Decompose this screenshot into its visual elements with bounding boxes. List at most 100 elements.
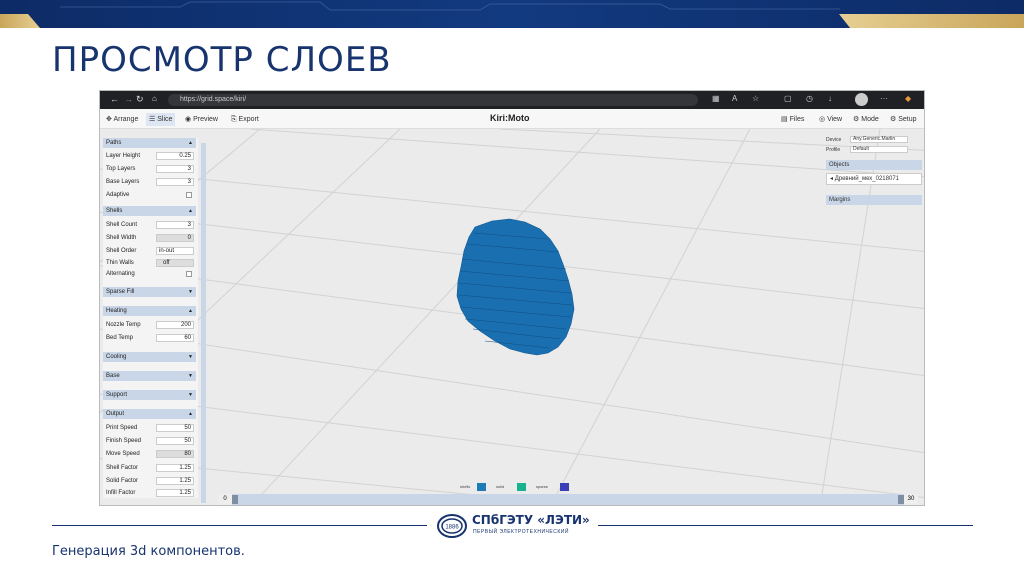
grid-icon[interactable]: ▦ [712, 94, 720, 103]
setting-label: Shell Factor [106, 465, 139, 471]
tab-arrange[interactable]: ✥ Arrange [103, 113, 141, 126]
section-support[interactable]: Support ▼ [103, 390, 196, 400]
section-base[interactable]: Base ▼ [103, 371, 196, 381]
browser-toolbar: ← → ↻ ⌂ https://grid.space/kiri/ ▦ A ☆ ▢… [100, 91, 924, 109]
legend-swatch [560, 483, 569, 491]
3d-viewport[interactable] [100, 129, 924, 505]
slide-title: ПРОСМОТР СЛОЕВ [52, 40, 392, 80]
margins-header[interactable]: Margins [826, 195, 922, 205]
menu-setup-label: Setup [898, 116, 917, 123]
footer-divider-left [52, 525, 427, 526]
setting-row: Shell Order in-out [106, 246, 196, 256]
settings-panel: Paths ▲ Layer Height 0.25 Top Layers 3 Base… [103, 138, 198, 498]
section-shells[interactable]: Shells ▲ [103, 206, 196, 216]
menu-files[interactable]: ▤ Files [778, 113, 807, 126]
menu-files-label: Files [789, 116, 805, 123]
objects-header[interactable]: Objects [826, 160, 922, 170]
settings-scrollbar[interactable] [201, 143, 206, 503]
address-bar[interactable]: https://grid.space/kiri/ [168, 94, 698, 106]
tab-preview[interactable]: ◉ Preview [182, 113, 221, 126]
setting-input[interactable]: 200 [156, 321, 194, 329]
setting-label: Bed Temp [106, 335, 133, 341]
setting-input[interactable]: 3 [156, 165, 194, 173]
setting-input[interactable]: 50 [156, 424, 194, 432]
history-icon[interactable]: ◷ [806, 94, 813, 103]
copilot-icon[interactable]: ◆ [905, 94, 911, 103]
setting-input[interactable]: 80 [156, 450, 194, 458]
chevron-up-icon: ▲ [188, 308, 193, 314]
logo-badge: 1886 [445, 525, 459, 531]
section-heating-label: Heating [106, 308, 127, 314]
setting-row: Print Speed 50 [106, 423, 196, 433]
setting-input[interactable]: 1.25 [156, 477, 194, 485]
arrow-left-icon[interactable]: ← [110, 94, 119, 104]
setting-row: Shell Factor 1.25 [106, 463, 196, 473]
profile-select[interactable]: Default [850, 146, 908, 153]
build-plate-grid [100, 129, 924, 505]
profile-label: Profile [826, 147, 841, 153]
sliced-model [456, 218, 575, 356]
tab-export-label: Export [238, 116, 259, 123]
split-icon[interactable]: ▢ [784, 94, 792, 103]
app-title: Kiri:Moto [490, 113, 530, 123]
menu-view[interactable]: ◎ View [816, 113, 845, 126]
layer-start-handle[interactable] [232, 495, 238, 504]
setting-row: Nozzle Temp 200 [106, 320, 196, 330]
menu-mode-label: Mode [861, 116, 879, 123]
setting-input[interactable]: 3 [156, 178, 194, 186]
setting-row: Infill Factor 1.25 [106, 488, 196, 498]
section-cooling[interactable]: Cooling ▼ [103, 352, 196, 362]
home-icon[interactable]: ⌂ [152, 94, 157, 103]
setting-input[interactable]: 3 [156, 221, 194, 229]
device-label: Device [826, 137, 842, 143]
setting-input[interactable]: 60 [156, 334, 194, 342]
reload-icon[interactable]: ↻ [136, 94, 144, 105]
setting-row: Adaptive [106, 190, 196, 200]
menu-mode[interactable]: ⚙ Mode [850, 113, 882, 126]
setting-row: Top Layers 3 [106, 164, 196, 174]
alternating-checkbox[interactable] [186, 271, 192, 277]
read-aloud-icon[interactable]: A [732, 94, 737, 103]
object-item[interactable]: ◂ Древний_мех_0218071 [826, 173, 922, 185]
university-subtitle: ПЕРВЫЙ ЭЛЕКТРОТЕХНИЧЕСКИЙ [473, 529, 569, 535]
layer-slider[interactable]: 0 30 [218, 494, 918, 505]
adaptive-checkbox[interactable] [186, 192, 192, 198]
section-output-label: Output [106, 411, 125, 417]
chevron-down-icon: ▼ [188, 373, 193, 379]
tab-export[interactable]: ⎘ Export [228, 113, 262, 126]
section-sparse-fill[interactable]: Sparse Fill ▼ [103, 287, 196, 297]
section-paths[interactable]: Paths ▲ [103, 138, 196, 148]
layer-start-label: 0 [218, 494, 232, 505]
setting-label: Top Layers [106, 166, 136, 172]
setting-input[interactable]: 1.25 [156, 464, 194, 472]
thin-walls-select[interactable]: off [156, 259, 194, 267]
setting-label: Nozzle Temp [106, 322, 141, 328]
shell-order-select[interactable]: in-out [156, 247, 194, 255]
setting-row: Alternating [106, 269, 196, 279]
arrow-right-icon[interactable]: → [124, 94, 133, 104]
setting-row: Finish Speed 50 [106, 436, 196, 446]
section-paths-label: Paths [106, 140, 122, 146]
gold-accent-left [0, 14, 40, 28]
tab-slice[interactable]: ☰ Slice [146, 113, 176, 126]
layer-end-label: 30 [904, 494, 918, 505]
section-output[interactable]: Output ▲ [103, 409, 196, 419]
setting-row: Layer Height 0.25 [106, 151, 196, 161]
legend-label: shells [460, 484, 471, 489]
setting-input[interactable]: 0.25 [156, 152, 194, 160]
star-icon[interactable]: ☆ [752, 94, 759, 103]
section-heating[interactable]: Heating ▲ [103, 306, 196, 316]
gold-accent-right [839, 14, 1024, 28]
profile-row: Profile Default [826, 146, 922, 154]
tab-preview-label: Preview [193, 116, 218, 123]
setting-input[interactable]: 1.25 [156, 489, 194, 497]
setting-input[interactable]: 0 [156, 234, 194, 242]
device-select[interactable]: Any.Generic.Marlin [850, 136, 908, 143]
setting-label: Alternating [106, 271, 135, 277]
setting-input[interactable]: 50 [156, 437, 194, 445]
download-icon[interactable]: ↓ [828, 94, 832, 103]
more-icon[interactable]: ··· [880, 94, 888, 103]
avatar[interactable] [855, 93, 868, 106]
university-logo-icon: 1886 [437, 514, 467, 538]
menu-setup[interactable]: ⚙ Setup [887, 113, 920, 126]
